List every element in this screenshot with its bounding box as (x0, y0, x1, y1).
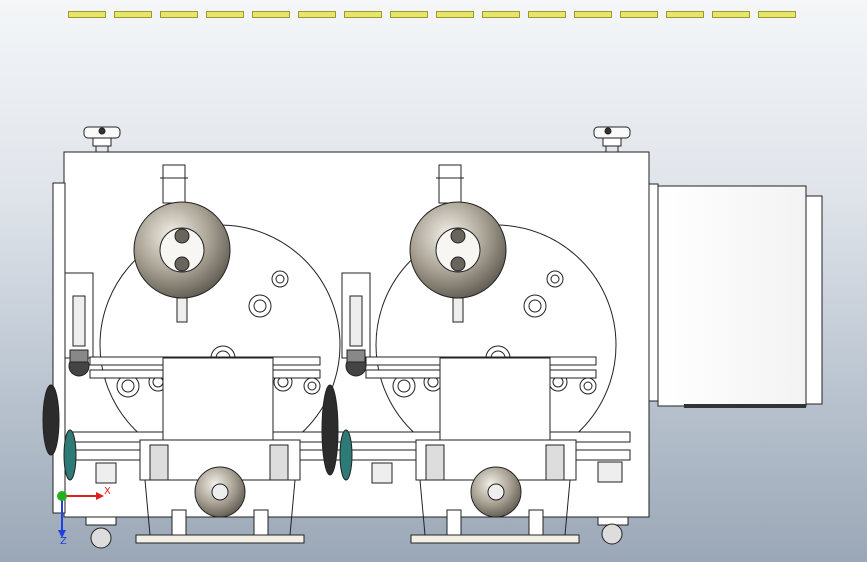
right-gear (597, 461, 623, 483)
triad-x-label: X (104, 486, 110, 497)
cad-model-viewport[interactable] (0, 0, 867, 562)
triad-z-label: Z (60, 536, 67, 544)
left-adjust-knob[interactable] (83, 126, 121, 152)
left-side-plate (52, 182, 66, 514)
station-2-lower-roller (470, 466, 522, 518)
right-adjust-knob[interactable] (593, 126, 631, 152)
station-1-lower-roller (194, 466, 246, 518)
right-caster (597, 516, 629, 545)
drive-motor (648, 183, 823, 408)
reference-triad: X Z (57, 486, 110, 544)
